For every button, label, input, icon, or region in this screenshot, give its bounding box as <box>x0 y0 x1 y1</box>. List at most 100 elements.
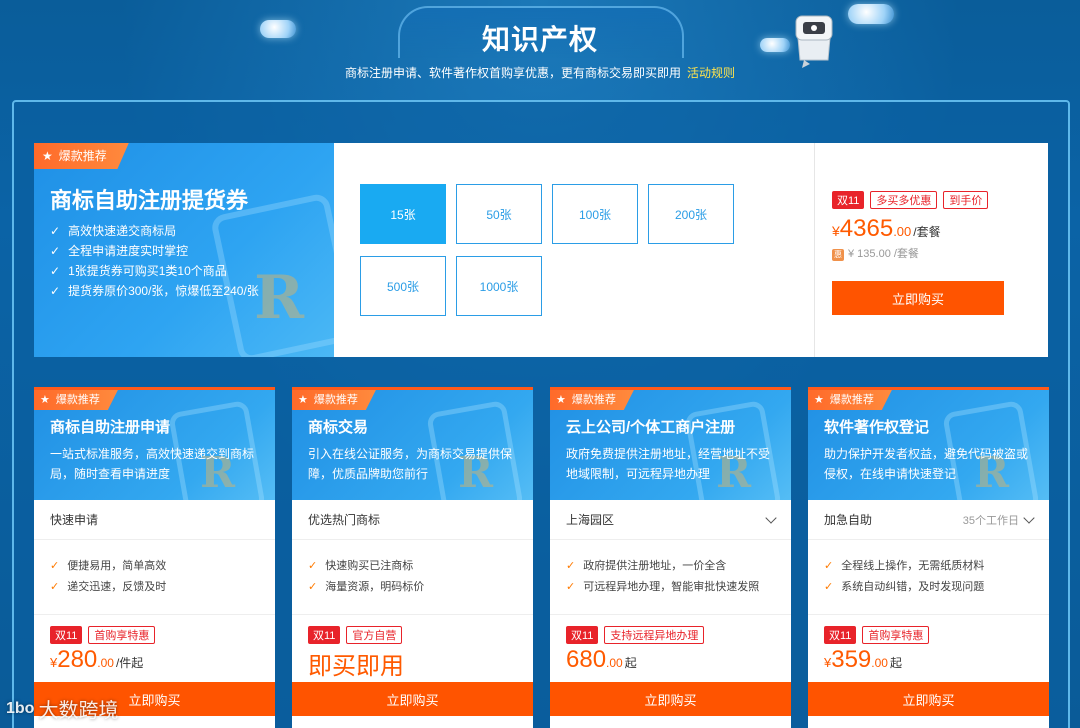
product-card-trademark-registration: R ★ 爆款推荐 商标自助注册申请 一站式标准服务，高效快速递交到商标局，随时查看… <box>34 387 275 728</box>
promo-tag: 首购享特惠 <box>862 626 930 644</box>
quantity-option-500[interactable]: 500张 <box>360 256 446 316</box>
divider <box>550 614 791 615</box>
star-icon: ★ <box>298 394 308 406</box>
buy-now-button[interactable]: 立即购买 <box>550 682 791 716</box>
hot-badge: ★ 爆款推荐 <box>808 390 892 410</box>
quantity-option-15[interactable]: 15张 <box>360 184 446 244</box>
list-item: ✓ 提货券原价300/张，惊爆低至240/张 <box>50 284 259 298</box>
region-select[interactable]: 上海园区 <box>550 500 791 540</box>
buy-now-button[interactable]: 立即购买 <box>292 682 533 716</box>
list-item: ✓ 全程申请进度实时掌控 <box>50 244 189 258</box>
check-icon: ✓ <box>50 560 60 572</box>
card-banner: R ★ 爆款推荐 云上公司/个体工商户注册 政府免费提供注册地址，经营地址不受地域… <box>550 390 791 500</box>
chevron-down-icon <box>765 511 777 524</box>
tag-icon: 惠 <box>832 249 844 261</box>
list-item: ✓ 可远程异地办理，智能审批快速发照 <box>566 581 760 593</box>
service-level-select[interactable]: 加急自助 35个工作日 <box>808 500 1049 540</box>
original-price: 惠 ¥ 135.00 /套餐 <box>832 248 919 261</box>
check-icon: ✓ <box>50 264 61 278</box>
double11-tag: 双11 <box>832 191 865 209</box>
promo-tag: 支持远程异地办理 <box>604 626 705 644</box>
promo-tags: 双11 支持远程异地办理 <box>566 626 705 644</box>
list-item: ✓ 全程线上操作，无需纸质材料 <box>824 560 985 572</box>
feature-product-card: R ★ 爆款推荐 商标自助注册提货券 ✓ 高效快速递交商标局 ✓ 全程申请进度实时掌控… <box>34 143 1048 357</box>
star-icon: ★ <box>42 149 53 163</box>
feature-banner: R ★ 爆款推荐 商标自助注册提货券 ✓ 高效快速递交商标局 ✓ 全程申请进度实时掌控… <box>34 143 334 357</box>
card-feature-list: ✓ 快速购买已注商标 ✓ 海量资源，明码标价 <box>308 556 424 598</box>
promo-tag: 首购享特惠 <box>88 626 156 644</box>
list-item: ✓ 递交迅速，反馈及时 <box>50 581 167 593</box>
feature-bullet-list: ✓ 高效快速递交商标局 ✓ 全程申请进度实时掌控 ✓ 1张提货券可购买1类10个商品 … <box>50 221 259 301</box>
check-icon: ✓ <box>50 284 61 298</box>
card-feature-list: ✓ 政府提供注册地址，一价全含 ✓ 可远程异地办理，智能审批快速发照 <box>566 556 759 598</box>
hot-badge: ★ 爆款推荐 <box>550 390 634 410</box>
buy-now-button[interactable]: 立即购买 <box>808 682 1049 716</box>
price: ¥4365.00/套餐 <box>832 215 941 242</box>
promo-tags: 双11 首购享特惠 <box>824 626 930 644</box>
card-title: 软件著作权登记 <box>824 419 930 436</box>
card-feature-list: ✓ 全程线上操作，无需纸质材料 ✓ 系统自动纠错，及时发现问题 <box>824 556 984 598</box>
card-description: 引入在线公证服务，为商标交易提供保障，优质品牌助您前行 <box>308 447 513 481</box>
product-card-company-registration: R ★ 爆款推荐 云上公司/个体工商户注册 政府免费提供注册地址，经营地址不受地域… <box>550 387 791 728</box>
card-banner: R ★ 爆款推荐 商标交易 引入在线公证服务，为商标交易提供保障，优质品牌助您前行 <box>292 390 533 500</box>
watermark: 1bo 大数跨境 <box>6 694 118 723</box>
list-item: ✓ 1张提货券可购买1类10个商品 <box>50 264 227 278</box>
check-icon: ✓ <box>566 560 576 572</box>
service-select[interactable]: 优选热门商标 <box>292 500 533 540</box>
card-banner: R ★ 爆款推荐 软件著作权登记 助力保护开发者权益，避免代码被盗或侵权，在线申请… <box>808 390 1049 500</box>
quantity-option-100[interactable]: 100张 <box>552 184 638 244</box>
star-icon: ★ <box>40 394 50 406</box>
list-item: ✓ 系统自动纠错，及时发现问题 <box>824 581 985 593</box>
promo-tags: 双11 多买多优惠 到手价 <box>832 191 1032 209</box>
quantity-option-1000[interactable]: 1000张 <box>456 256 542 316</box>
buy-now-button[interactable]: 立即购买 <box>832 281 1004 315</box>
hot-badge: ★ 爆款推荐 <box>34 143 129 169</box>
trademark-r-icon: R <box>254 263 304 333</box>
quantity-option-50[interactable]: 50张 <box>456 184 542 244</box>
promo-tags: 双11 首购享特惠 <box>50 626 156 644</box>
promo-tag: 到手价 <box>943 191 989 209</box>
price: ¥280.00/件起 <box>50 646 144 673</box>
divider <box>808 614 1049 615</box>
list-item: ✓ 政府提供注册地址，一价全含 <box>566 560 727 572</box>
subtitle-text: 商标注册申请、软件著作权首购享优惠，更有商标交易即买即用 <box>344 66 681 80</box>
divider <box>34 614 275 615</box>
card-description: 政府免费提供注册地址，经营地址不受地域限制，可远程异地办理 <box>566 447 771 481</box>
watermark-logo: 1bo <box>6 699 35 717</box>
card-description: 助力保护开发者权益，避免代码被盗或侵权，在线申请快速登记 <box>824 447 1029 481</box>
service-select[interactable]: 快速申请 <box>34 500 275 540</box>
price-area: 双11 多买多优惠 到手价 ¥4365.00/套餐 惠 ¥ 135.00 /套餐 <box>832 191 1032 261</box>
list-item: ✓ 快速购买已注商标 <box>308 560 414 572</box>
check-icon: ✓ <box>308 560 318 572</box>
product-card-software-copyright: R ★ 爆款推荐 软件著作权登记 助力保护开发者权益，避免代码被盗或侵权，在线申请… <box>808 387 1049 728</box>
chevron-down-icon <box>1023 511 1035 524</box>
price: ¥359.00 起 <box>824 646 902 673</box>
feature-title: 商标自助注册提货券 <box>50 188 249 213</box>
divider <box>292 614 533 615</box>
price-text: 即买即用 <box>308 653 404 680</box>
card-title: 商标自助注册申请 <box>50 419 171 436</box>
list-item: ✓ 便捷易用，简单高效 <box>50 560 167 572</box>
page-title: 知识产权 <box>481 24 598 55</box>
check-icon: ✓ <box>50 581 60 593</box>
rules-link[interactable]: 活动规则 <box>687 66 735 80</box>
card-feature-list: ✓ 便捷易用，简单高效 ✓ 递交迅速，反馈及时 <box>50 556 166 598</box>
double11-tag: 双11 <box>566 626 599 644</box>
product-card-trademark-trading: R ★ 爆款推荐 商标交易 引入在线公证服务，为商标交易提供保障，优质品牌助您前行… <box>292 387 533 728</box>
hot-badge: ★ 爆款推荐 <box>292 390 376 410</box>
list-item: ✓ 海量资源，明码标价 <box>308 581 425 593</box>
double11-tag: 双11 <box>824 626 857 644</box>
card-description: 一站式标准服务，高效快速递交到商标局，随时查看申请进度 <box>50 447 255 481</box>
check-icon: ✓ <box>50 224 61 238</box>
promo-tag: 多买多优惠 <box>870 191 938 209</box>
check-icon: ✓ <box>308 581 318 593</box>
check-icon: ✓ <box>824 581 834 593</box>
quantity-option-200[interactable]: 200张 <box>648 184 734 244</box>
promo-tags: 双11 官方自营 <box>308 626 403 644</box>
check-icon: ✓ <box>824 560 834 572</box>
star-icon: ★ <box>814 394 824 406</box>
check-icon: ✓ <box>566 581 576 593</box>
watermark-text: 大数跨境 <box>38 700 119 722</box>
list-item: ✓ 高效快速递交商标局 <box>50 224 177 238</box>
duration-label: 35个工作日 <box>962 514 1019 527</box>
